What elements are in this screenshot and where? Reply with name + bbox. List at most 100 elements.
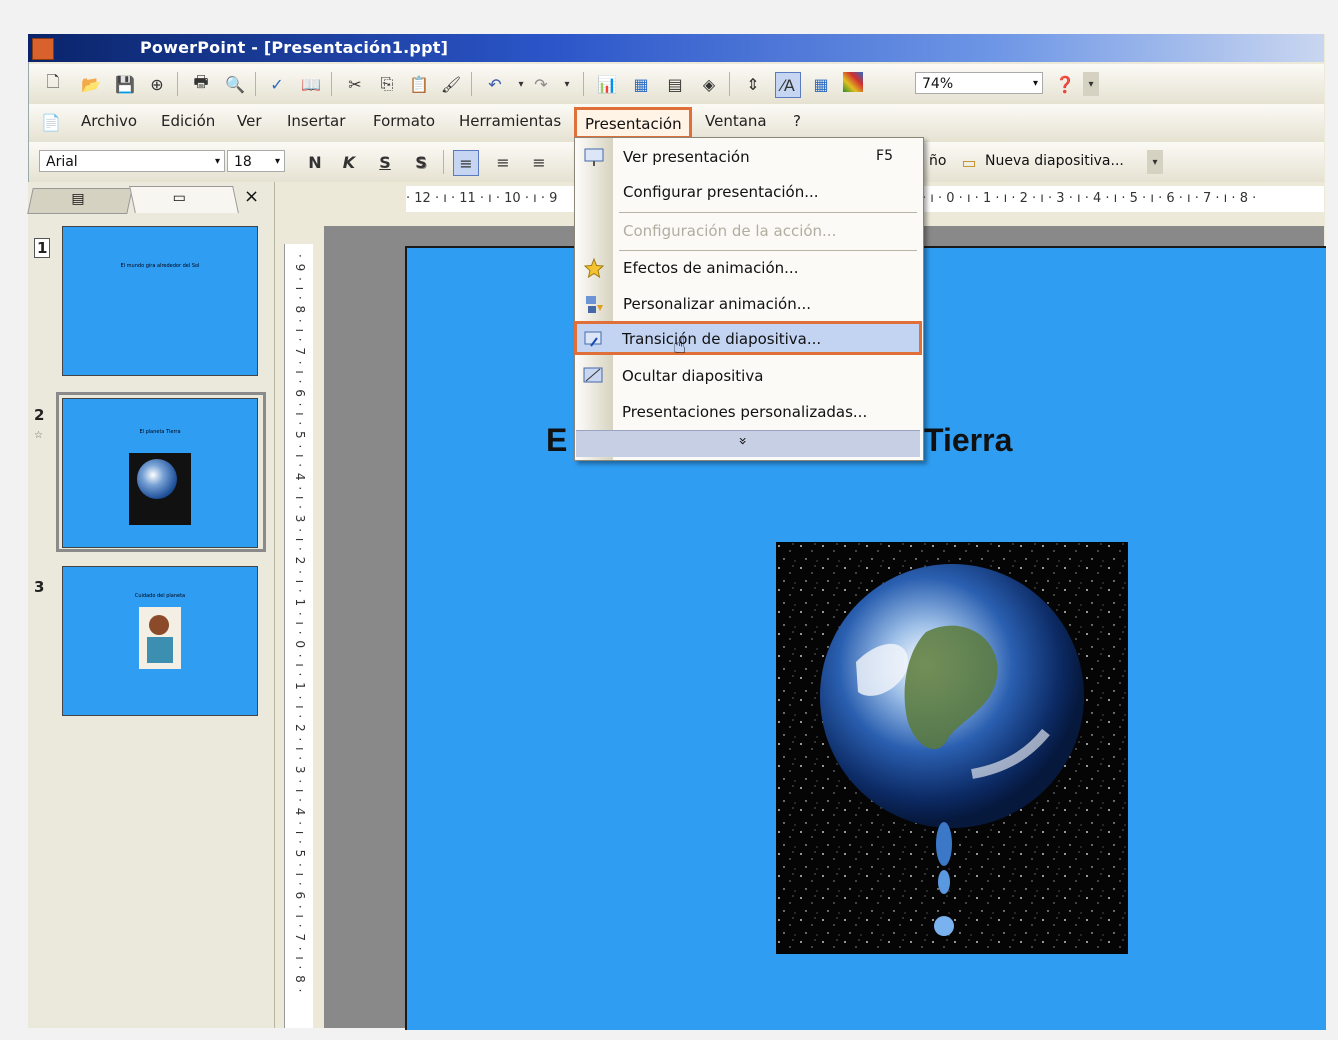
tables-borders-icon[interactable]: ▤	[663, 72, 687, 96]
slide-number: 3	[34, 578, 45, 596]
slide-thumbnail-1[interactable]: El mundo gira alrededor del Sol	[62, 226, 258, 376]
zoom-value: 74%	[922, 76, 954, 92]
italic-button[interactable]: K	[337, 150, 361, 174]
title-bar: PowerPoint - [Presentación1.ppt]	[28, 34, 1324, 62]
menu-item-label: Transición de diapositiva...	[622, 330, 822, 348]
print-icon[interactable]: 🖶	[189, 72, 213, 96]
standard-toolbar: 🗋 📂 💾 ⊕ 🖶 🔍 ✓ 📖 ✂ ⎘ 📋 🖌 ↶ ▾ ↷ ▾ 📊 ▦ ▤ ◈ …	[29, 64, 1324, 104]
slide-thumb-title: El planeta Tierra	[139, 429, 181, 435]
outline-icon: ▤	[71, 191, 85, 207]
new-slide-icon[interactable]: ▭	[957, 150, 981, 174]
permission-icon[interactable]: ⊕	[145, 72, 169, 96]
undo-icon[interactable]: ↶	[483, 72, 507, 96]
menu-edicion[interactable]: Edición	[161, 112, 215, 130]
zoom-combo[interactable]: 74% ▾	[915, 72, 1043, 94]
menu-item-label: Presentaciones personalizadas...	[622, 403, 868, 421]
redo-icon[interactable]: ↷	[529, 72, 553, 96]
shadow-button[interactable]: S	[409, 150, 433, 174]
slides-pane: ▤ ▭ × 1 El mundo gira alrededor del Sol …	[27, 182, 275, 1028]
menu-ventana[interactable]: Ventana	[705, 112, 767, 130]
copy-icon[interactable]: ⎘	[375, 72, 399, 96]
toolbar-separator	[471, 72, 472, 96]
shortcut-label: F5	[876, 148, 893, 164]
slide-thumbnail-3[interactable]: Cuidado del planeta	[62, 566, 258, 716]
slide-title-right[interactable]: Tierra	[924, 422, 1012, 459]
transition-marker-icon[interactable]: ☆	[34, 430, 43, 441]
slide-thumb-title: Cuidado del planeta	[134, 593, 186, 599]
font-dropdown-icon[interactable]: ▾	[215, 151, 220, 173]
slide-thumbnail-2[interactable]: El planeta Tierra	[62, 398, 258, 548]
close-pane-button[interactable]: ×	[244, 186, 259, 207]
open-folder-icon[interactable]: 📂	[79, 72, 103, 96]
toolbar-separator	[177, 72, 178, 96]
grid-icon[interactable]: ▦	[809, 72, 833, 96]
vertical-ruler-marks: · 9 · ı · 8 · ı · 7 · ı · 6 · ı · 5 · ı …	[293, 254, 307, 994]
print-preview-icon[interactable]: 🔍	[223, 72, 247, 96]
redo-dropdown-icon[interactable]: ▾	[555, 72, 579, 96]
format-painter-icon[interactable]: 🖌	[439, 72, 463, 96]
child-clipart-image	[139, 607, 181, 669]
color-grayscale-icon[interactable]	[843, 72, 863, 92]
spelling-icon[interactable]: ✓	[265, 72, 289, 96]
toolbar-options-icon[interactable]: ▾	[1147, 150, 1163, 174]
window-title: PowerPoint - [Presentación1.ppt]	[140, 38, 449, 57]
toolbar-options-icon[interactable]: ▾	[1083, 72, 1099, 96]
menu-expand-button[interactable]: »	[576, 430, 920, 457]
font-name-value: Arial	[46, 154, 78, 170]
font-name-combo[interactable]: Arial ▾	[39, 150, 225, 172]
cut-icon[interactable]: ✂	[343, 72, 367, 96]
insert-diagram-icon[interactable]: ◈	[697, 72, 721, 96]
align-right-icon[interactable]: ≡	[527, 150, 551, 174]
custom-animation-icon	[583, 293, 605, 315]
size-dropdown-icon[interactable]: ▾	[275, 151, 280, 173]
projector-icon	[583, 146, 605, 168]
paste-icon[interactable]: 📋	[407, 72, 431, 96]
align-center-icon[interactable]: ≡	[491, 150, 515, 174]
zoom-dropdown-icon[interactable]: ▾	[1033, 73, 1038, 95]
design-button-label[interactable]: ño	[929, 153, 946, 169]
menu-item-ocultar-diapositiva[interactable]: Ocultar diapositiva	[574, 359, 922, 393]
toolbar-separator	[443, 150, 444, 174]
show-formatting-icon[interactable]: ⁄A	[775, 72, 801, 98]
menu-item-transicion-diapositiva[interactable]: Transición de diapositiva... ☝	[574, 321, 922, 359]
font-size-combo[interactable]: 18 ▾	[227, 150, 285, 172]
tab-slides[interactable]: ▭	[129, 186, 239, 213]
menu-presentacion[interactable]: Presentación	[574, 107, 692, 139]
menu-item-ver-presentacion[interactable]: Ver presentación F5	[575, 140, 923, 174]
toolbar-separator	[583, 72, 584, 96]
hide-slide-icon	[582, 365, 604, 387]
tab-outline[interactable]: ▤	[27, 188, 133, 214]
save-icon[interactable]: 💾	[113, 72, 137, 96]
menu-herramientas[interactable]: Herramientas	[459, 112, 561, 130]
bold-button[interactable]: N	[303, 150, 327, 174]
earth-image[interactable]	[776, 542, 1128, 954]
menu-item-presentaciones-personalizadas[interactable]: Presentaciones personalizadas...	[574, 395, 922, 429]
underline-button[interactable]: S	[373, 150, 397, 174]
menu-presentacion-label: Presentación	[585, 115, 682, 133]
align-left-icon[interactable]: ≡	[453, 150, 479, 176]
insert-table-icon[interactable]: ▦	[629, 72, 653, 96]
toolbar-separator	[331, 72, 332, 96]
insert-chart-icon[interactable]: 📊	[595, 72, 619, 96]
menu-archivo[interactable]: Archivo	[81, 112, 137, 130]
research-icon[interactable]: 📖	[299, 72, 323, 96]
menu-ver[interactable]: Ver	[237, 112, 262, 130]
menu-item-label: Configurar presentación...	[623, 183, 819, 201]
menu-item-personalizar-animacion[interactable]: Personalizar animación...	[575, 287, 923, 321]
expand-all-icon[interactable]: ⇕	[741, 72, 765, 96]
slide-thumb-title: El mundo gira alrededor del Sol	[120, 263, 200, 269]
slides-tab-icon: ▭	[172, 190, 186, 206]
menu-item-efectos-animacion[interactable]: Efectos de animación...	[575, 251, 923, 285]
document-icon[interactable]: 📄	[39, 110, 63, 134]
help-icon[interactable]: ❓	[1053, 72, 1077, 96]
menu-item-label: Configuración de la acción...	[623, 222, 837, 240]
menu-formato[interactable]: Formato	[373, 112, 435, 130]
menu-ayuda[interactable]: ?	[793, 112, 801, 130]
new-slide-button[interactable]: Nueva diapositiva...	[985, 153, 1124, 169]
new-document-icon[interactable]: 🗋	[41, 72, 65, 96]
slide-title-left[interactable]: E	[546, 422, 567, 459]
menu-insertar[interactable]: Insertar	[287, 112, 345, 130]
powerpoint-app-icon[interactable]	[32, 38, 54, 60]
star-effects-icon	[583, 257, 605, 279]
menu-item-configurar[interactable]: Configurar presentación...	[575, 175, 923, 209]
